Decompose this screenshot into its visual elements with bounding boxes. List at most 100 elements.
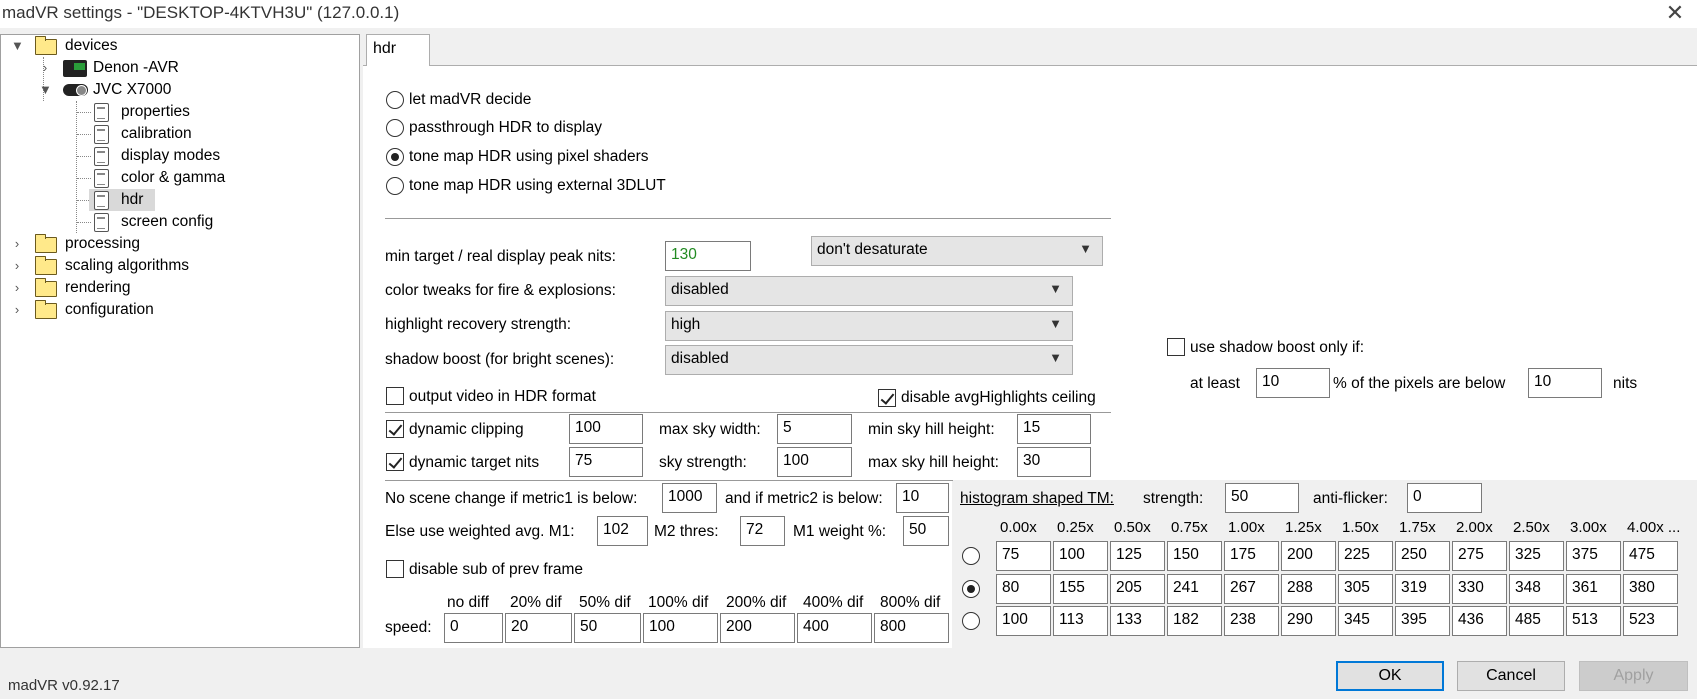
desaturate-select[interactable]: don't desaturate ▼ xyxy=(811,236,1103,266)
histogram-cell[interactable]: 150 xyxy=(1167,541,1222,571)
close-icon[interactable]: ✕ xyxy=(1660,0,1690,28)
disable-avg-highlights-checkbox[interactable] xyxy=(878,389,896,407)
histogram-cell[interactable]: 485 xyxy=(1509,606,1564,636)
histogram-cell[interactable]: 375 xyxy=(1566,541,1621,571)
strength-input[interactable]: 50 xyxy=(1225,483,1299,513)
histogram-cell[interactable]: 113 xyxy=(1053,606,1108,636)
histogram-cell[interactable]: 100 xyxy=(996,606,1051,636)
histogram-cell[interactable]: 133 xyxy=(1110,606,1165,636)
histogram-cell[interactable]: 241 xyxy=(1167,574,1222,604)
dynamic-clipping-input[interactable]: 100 xyxy=(569,414,643,444)
histogram-cell[interactable]: 345 xyxy=(1338,606,1393,636)
chevron-down-icon[interactable]: ▼ xyxy=(39,79,52,101)
histogram-cell[interactable]: 319 xyxy=(1395,574,1450,604)
tree-item-calibration[interactable]: calibration xyxy=(1,123,341,145)
tree-item-properties[interactable]: properties xyxy=(1,101,341,123)
histogram-cell[interactable]: 125 xyxy=(1110,541,1165,571)
histogram-cell[interactable]: 288 xyxy=(1281,574,1336,604)
chevron-right-icon[interactable]: › xyxy=(11,299,23,321)
max-sky-hill-input[interactable]: 30 xyxy=(1017,447,1091,477)
histogram-row-radio[interactable] xyxy=(962,580,980,598)
disable-sub-prev-frame-checkbox[interactable] xyxy=(386,560,404,578)
radio-passthrough[interactable] xyxy=(386,119,404,137)
chevron-right-icon[interactable]: › xyxy=(11,277,23,299)
histogram-cell[interactable]: 348 xyxy=(1509,574,1564,604)
shadow-select[interactable]: disabled ▼ xyxy=(665,345,1073,375)
speed-input-50[interactable]: 50 xyxy=(574,613,641,643)
metric2-input[interactable]: 10 xyxy=(896,483,949,513)
histogram-cell[interactable]: 80 xyxy=(996,574,1051,604)
apply-button[interactable]: Apply xyxy=(1579,661,1688,691)
speed-input-100[interactable]: 100 xyxy=(643,613,718,643)
tree-item-display-modes[interactable]: display modes xyxy=(1,145,341,167)
histogram-cell[interactable]: 155 xyxy=(1053,574,1108,604)
histogram-cell[interactable]: 395 xyxy=(1395,606,1450,636)
tree-item-devices[interactable]: ▼ devices xyxy=(1,35,341,57)
speed-input-400[interactable]: 400 xyxy=(797,613,872,643)
dynamic-target-nits-input[interactable]: 75 xyxy=(569,447,643,477)
sky-strength-input[interactable]: 100 xyxy=(777,447,852,477)
histogram-cell[interactable]: 238 xyxy=(1224,606,1279,636)
chevron-down-icon[interactable]: ▼ xyxy=(11,35,24,57)
tree-item-denon[interactable]: › Denon -AVR xyxy=(1,57,341,79)
speed-input-200[interactable]: 200 xyxy=(720,613,795,643)
speed-input-20[interactable]: 20 xyxy=(505,613,572,643)
cancel-button[interactable]: Cancel xyxy=(1457,661,1565,691)
m1-weight-input[interactable]: 50 xyxy=(903,516,949,546)
metric1-input[interactable]: 1000 xyxy=(662,483,717,513)
below-nits-input[interactable]: 10 xyxy=(1528,368,1602,398)
histogram-cell[interactable]: 361 xyxy=(1566,574,1621,604)
output-hdr-checkbox[interactable] xyxy=(386,387,404,405)
radio-tone-map-pixel-shaders[interactable] xyxy=(386,148,404,166)
histogram-cell[interactable]: 305 xyxy=(1338,574,1393,604)
histogram-row-radio[interactable] xyxy=(962,612,980,630)
max-sky-width-input[interactable]: 5 xyxy=(777,414,852,444)
histogram-cell[interactable]: 523 xyxy=(1623,606,1678,636)
radio-let-madvr-decide[interactable] xyxy=(386,91,404,109)
histogram-cell[interactable]: 325 xyxy=(1509,541,1564,571)
chevron-right-icon[interactable]: › xyxy=(39,57,51,79)
speed-input-800[interactable]: 800 xyxy=(874,613,949,643)
tree-item-configuration[interactable]: › configuration xyxy=(1,299,341,321)
histogram-cell[interactable]: 330 xyxy=(1452,574,1507,604)
dynamic-clipping-checkbox[interactable] xyxy=(386,420,404,438)
histogram-cell[interactable]: 100 xyxy=(1053,541,1108,571)
radio-tone-map-3dlut[interactable] xyxy=(386,177,404,195)
tree-item-rendering[interactable]: › rendering xyxy=(1,277,341,299)
histogram-cell[interactable]: 75 xyxy=(996,541,1051,571)
histogram-cell[interactable]: 250 xyxy=(1395,541,1450,571)
m1-input[interactable]: 102 xyxy=(597,516,648,546)
ok-button[interactable]: OK xyxy=(1336,661,1444,691)
histogram-cell[interactable]: 225 xyxy=(1338,541,1393,571)
speed-input-no-diff[interactable]: 0 xyxy=(444,613,503,643)
m2-thres-input[interactable]: 72 xyxy=(740,516,785,546)
tree-item-processing[interactable]: › processing xyxy=(1,233,341,255)
histogram-row-radio[interactable] xyxy=(962,547,980,565)
histogram-cell[interactable]: 267 xyxy=(1224,574,1279,604)
chevron-right-icon[interactable]: › xyxy=(11,255,23,277)
tree-item-hdr[interactable]: hdr xyxy=(89,189,155,211)
histogram-link[interactable]: histogram shaped TM: xyxy=(960,490,1114,508)
histogram-cell[interactable]: 275 xyxy=(1452,541,1507,571)
fire-select[interactable]: disabled ▼ xyxy=(665,276,1073,306)
anti-flicker-input[interactable]: 0 xyxy=(1407,483,1482,513)
highlight-select[interactable]: high ▼ xyxy=(665,311,1073,341)
histogram-cell[interactable]: 290 xyxy=(1281,606,1336,636)
histogram-cell[interactable]: 200 xyxy=(1281,541,1336,571)
histogram-cell[interactable]: 182 xyxy=(1167,606,1222,636)
chevron-right-icon[interactable]: › xyxy=(11,233,23,255)
peak-nits-input[interactable]: 130 xyxy=(665,241,751,271)
tree-item-jvc[interactable]: ▼ JVC X7000 xyxy=(1,79,341,101)
shadow-boost-condition-checkbox[interactable] xyxy=(1167,338,1185,356)
pixel-percent-input[interactable]: 10 xyxy=(1256,368,1330,398)
min-sky-hill-input[interactable]: 15 xyxy=(1017,414,1091,444)
histogram-cell[interactable]: 436 xyxy=(1452,606,1507,636)
histogram-cell[interactable]: 475 xyxy=(1623,541,1678,571)
histogram-cell[interactable]: 513 xyxy=(1566,606,1621,636)
tree-item-screen-config[interactable]: screen config xyxy=(1,211,341,233)
tree-item-color-gamma[interactable]: color & gamma xyxy=(1,167,341,189)
dynamic-target-nits-checkbox[interactable] xyxy=(386,453,404,471)
tree-item-scaling[interactable]: › scaling algorithms xyxy=(1,255,341,277)
histogram-cell[interactable]: 380 xyxy=(1623,574,1678,604)
histogram-cell[interactable]: 205 xyxy=(1110,574,1165,604)
